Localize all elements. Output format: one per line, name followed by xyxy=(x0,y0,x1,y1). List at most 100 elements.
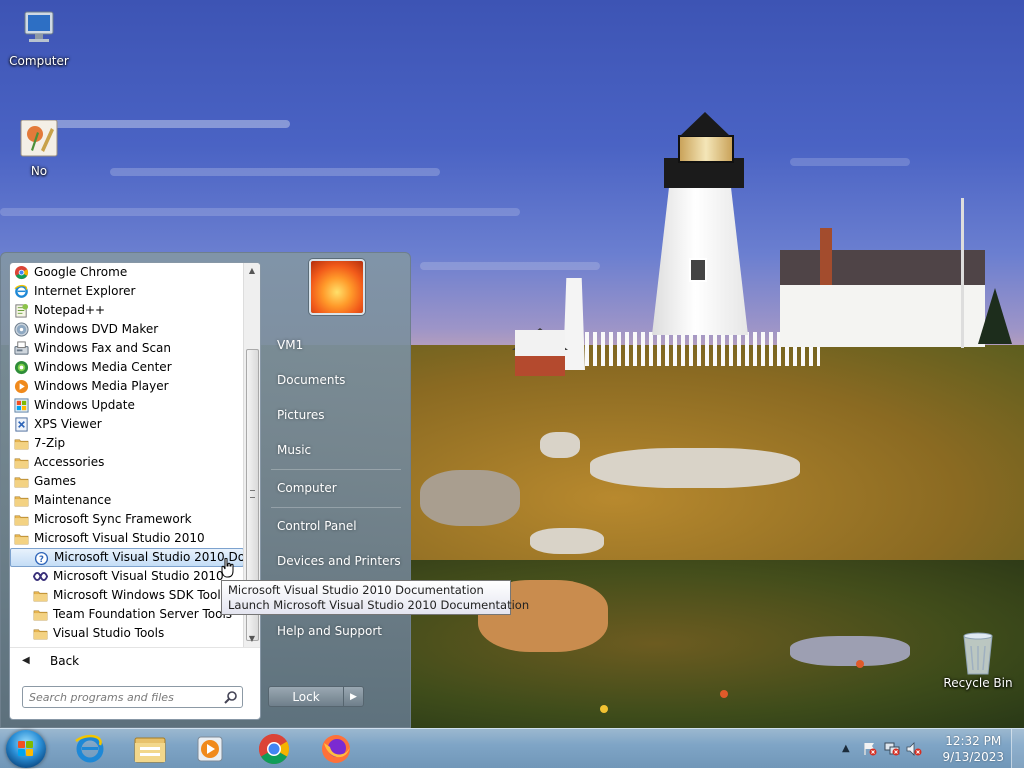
ie-icon xyxy=(14,284,28,298)
shutdown-options-arrow-icon[interactable]: ▶ xyxy=(344,686,364,707)
program-item[interactable]: Windows DVD Maker xyxy=(10,320,244,339)
program-item[interactable]: Microsoft Visual Studio 2010 xyxy=(10,567,244,586)
desktop-icon-no[interactable]: No xyxy=(2,119,76,178)
tooltip-description: Launch Microsoft Visual Studio 2010 Docu… xyxy=(228,598,530,612)
link-pictures[interactable]: Pictures xyxy=(277,408,325,422)
program-label: Notepad++ xyxy=(34,303,106,317)
network-icon[interactable] xyxy=(884,742,900,756)
program-label: Windows DVD Maker xyxy=(34,322,159,336)
link-documents[interactable]: Documents xyxy=(277,373,345,387)
visual-studio-icon xyxy=(33,572,48,581)
program-item[interactable]: Windows Media Player xyxy=(10,377,244,396)
link-devices-printers[interactable]: Devices and Printers xyxy=(277,554,401,568)
program-label: Microsoft Windows SDK Tools xyxy=(53,588,227,602)
system-tray: ▲ 12:32 PM 9/13/2023 xyxy=(834,729,1024,769)
volume-muted-icon[interactable] xyxy=(906,742,922,756)
program-label: Windows Media Player xyxy=(34,379,169,393)
folder-icon xyxy=(14,515,29,526)
desktop-icon-recycle-bin[interactable]: Recycle Bin xyxy=(938,632,1018,690)
clock-time: 12:32 PM xyxy=(945,734,1002,748)
link-user[interactable]: VM1 xyxy=(277,338,303,352)
program-item[interactable]: 7-Zip xyxy=(10,434,244,453)
programs-pane: Google Chrome Internet Explorer Notepad++ W… xyxy=(9,262,261,720)
program-item[interactable]: Google Chrome xyxy=(10,263,244,282)
computer-icon xyxy=(17,10,61,50)
link-help-support[interactable]: Help and Support xyxy=(277,624,382,638)
taskbar-internet-explorer[interactable] xyxy=(64,731,116,766)
show-hidden-icons-icon[interactable]: ▲ xyxy=(842,742,858,756)
taskbar: ▲ 12:32 PM 9/13/2023 xyxy=(0,728,1024,768)
program-label: Visual Studio Tools xyxy=(53,626,165,640)
program-item[interactable]: Notepad++ xyxy=(10,301,244,320)
dvd-maker-icon xyxy=(14,322,29,337)
program-label: Microsoft Visual Studio 2010 Documentati… xyxy=(54,550,244,564)
program-item[interactable]: XPS Viewer xyxy=(10,415,244,434)
taskbar-windows-explorer[interactable] xyxy=(124,731,176,766)
action-center-icon[interactable] xyxy=(862,742,878,756)
user-picture[interactable] xyxy=(309,259,365,315)
start-button[interactable] xyxy=(6,730,46,768)
divider xyxy=(271,507,401,508)
program-label: Microsoft Visual Studio 2010 xyxy=(53,569,224,583)
media-center-icon xyxy=(14,360,29,375)
search-input[interactable] xyxy=(29,689,217,705)
taskbar-media-player[interactable] xyxy=(184,731,236,766)
clock-date: 9/13/2023 xyxy=(942,750,1004,764)
back-button[interactable]: ◀ Back xyxy=(10,647,260,674)
paint-icon xyxy=(17,119,61,160)
taskbar-chrome[interactable] xyxy=(248,731,300,766)
xps-viewer-icon xyxy=(15,417,28,432)
desktop-icon-label: Computer xyxy=(9,54,69,68)
program-item[interactable]: Accessories xyxy=(10,453,244,472)
program-label: Games xyxy=(34,474,76,488)
search-box[interactable] xyxy=(22,686,243,708)
program-label: Microsoft Sync Framework xyxy=(34,512,192,526)
folder-icon xyxy=(14,458,29,469)
link-music[interactable]: Music xyxy=(277,443,311,457)
chrome-icon xyxy=(14,265,29,280)
help-icon: ? xyxy=(34,551,49,566)
program-label: Microsoft Visual Studio 2010 xyxy=(34,531,205,545)
program-item[interactable]: Microsoft Sync Framework xyxy=(10,510,244,529)
folder-icon xyxy=(33,591,48,602)
start-menu: Google Chrome Internet Explorer Notepad++ W… xyxy=(0,252,411,728)
lock-button[interactable]: Lock xyxy=(268,686,344,707)
link-computer[interactable]: Computer xyxy=(277,481,337,495)
explorer-icon xyxy=(134,737,166,763)
back-label: Back xyxy=(50,654,80,668)
folder-icon xyxy=(33,610,48,621)
program-item[interactable]: Visual Studio Tools xyxy=(10,624,244,643)
search-icon[interactable] xyxy=(224,690,238,704)
folder-icon xyxy=(33,629,48,640)
program-label: 7-Zip xyxy=(34,436,66,450)
clock[interactable]: 12:32 PM 9/13/2023 xyxy=(942,733,1004,765)
scroll-up-arrow-icon[interactable]: ▲ xyxy=(244,263,260,279)
program-label: Windows Update xyxy=(34,398,135,412)
scroll-down-arrow-icon[interactable]: ▼ xyxy=(244,631,260,647)
program-item[interactable]: Team Foundation Server Tools xyxy=(10,605,244,624)
taskbar-firefox[interactable] xyxy=(310,731,362,766)
program-item[interactable]: Microsoft Visual Studio 2010 xyxy=(10,529,244,548)
svg-text:?: ? xyxy=(39,554,44,564)
program-item[interactable]: Windows Media Center xyxy=(10,358,244,377)
program-label: Google Chrome xyxy=(34,265,128,279)
program-item[interactable]: Games xyxy=(10,472,244,491)
fax-icon xyxy=(14,341,29,355)
windows-update-icon xyxy=(14,398,29,413)
media-player-icon xyxy=(197,736,223,762)
desktop-icon-computer[interactable]: Computer xyxy=(2,10,76,68)
all-programs-list: Google Chrome Internet Explorer Notepad++ W… xyxy=(10,263,244,647)
recycle-bin-icon xyxy=(956,632,1000,675)
desktop-icon-label: Recycle Bin xyxy=(943,676,1013,690)
folder-icon xyxy=(14,534,29,545)
program-item[interactable]: Maintenance xyxy=(10,491,244,510)
program-item[interactable]: Windows Update xyxy=(10,396,244,415)
program-item[interactable]: Windows Fax and Scan xyxy=(10,339,244,358)
show-desktop-button[interactable] xyxy=(1011,729,1024,768)
folder-icon xyxy=(14,477,29,488)
program-item[interactable]: ? Microsoft Visual Studio 2010 Documentat… xyxy=(10,548,244,567)
link-control-panel[interactable]: Control Panel xyxy=(277,519,357,533)
program-item[interactable]: Internet Explorer xyxy=(10,282,244,301)
hand-cursor-icon xyxy=(221,558,234,578)
program-item[interactable]: Microsoft Windows SDK Tools xyxy=(10,586,244,605)
